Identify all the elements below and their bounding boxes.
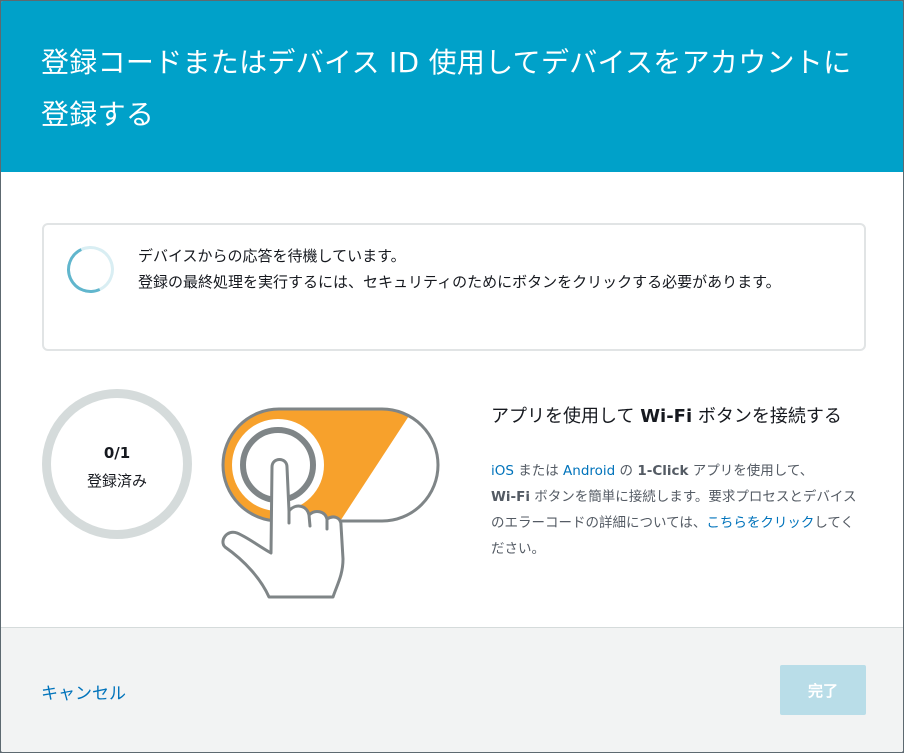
app-connect-title-post: ボタンを接続する [692, 406, 842, 427]
dialog-footer: キャンセル 完了 [1, 627, 903, 752]
done-button[interactable]: 完了 [780, 665, 866, 715]
waiting-message-line1: デバイスからの応答を待機しています。 [138, 247, 406, 265]
dialog-header: 登録コードまたはデバイス ID 使用してデバイスをアカウントに登録する [1, 1, 903, 172]
loading-spinner-icon [60, 239, 121, 300]
waiting-status-panel: デバイスからの応答を待機しています。 登録の最終処理を実行するには、セキュリティ… [42, 223, 866, 351]
wifi-button-press-illustration [221, 407, 440, 599]
dialog-title: 登録コードまたはデバイス ID 使用してデバイスをアカウントに登録する [41, 46, 852, 131]
or-text: または [513, 463, 564, 479]
app-connect-title-pre: アプリを使用して [491, 406, 641, 427]
details-link[interactable]: こちらをクリック [706, 515, 814, 531]
ios-link[interactable]: iOS [491, 463, 514, 479]
registration-counter: 0/1 登録済み [42, 389, 192, 539]
android-link[interactable]: Android [563, 463, 615, 479]
app-connect-title: アプリを使用して Wi-Fi ボタンを接続する [491, 403, 861, 430]
app-text: アプリを使用して、 [688, 463, 814, 479]
waiting-message: デバイスからの応答を待機しています。 登録の最終処理を実行するには、セキュリティ… [138, 243, 848, 295]
registration-count: 0/1 [103, 444, 131, 462]
wifi-text: Wi-Fi [491, 489, 530, 505]
waiting-message-line2: 登録の最終処理を実行するには、セキュリティのためにボタンをクリックする必要があり… [138, 273, 781, 291]
cancel-button[interactable]: キャンセル [41, 679, 126, 704]
app-connect-title-wifi: Wi-Fi [640, 406, 693, 427]
app-connect-description: iOS または Android の 1-Click アプリを使用して、 Wi-Fi… [491, 458, 861, 562]
one-click-text: 1-Click [637, 463, 689, 479]
registration-count-label: 登録済み [86, 472, 147, 490]
register-device-dialog: 登録コードまたはデバイス ID 使用してデバイスをアカウントに登録する デバイス… [1, 1, 903, 752]
no-text: の [615, 463, 638, 479]
